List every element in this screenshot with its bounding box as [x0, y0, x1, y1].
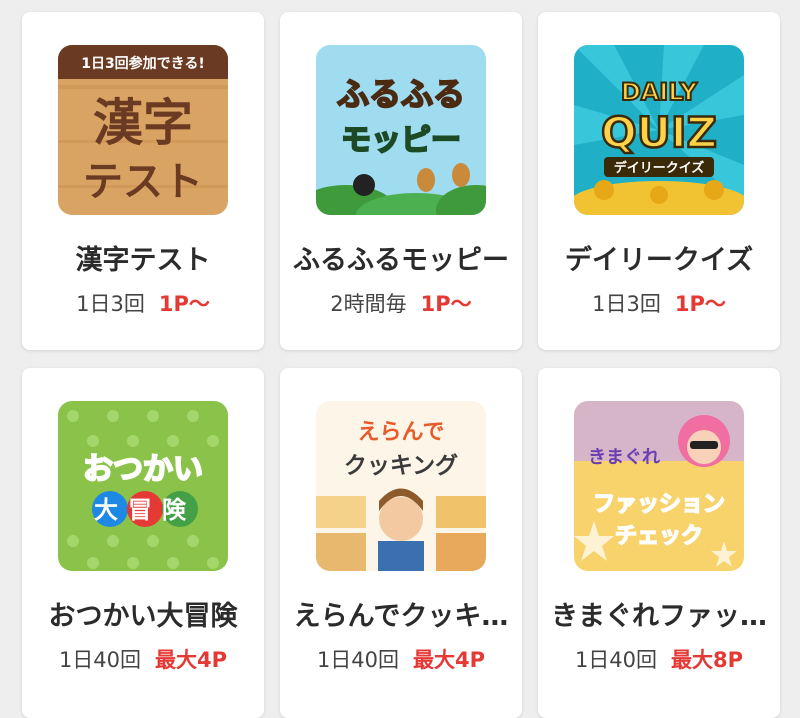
svg-text:おつかい: おつかい [83, 452, 203, 487]
game-card-erande-cooking[interactable]: えらんで クッキング えらんでクッキ… 1日40回 最大4P [280, 368, 522, 718]
svg-text:ふるふる: ふるふる [337, 75, 465, 113]
game-points: 最大8P [671, 648, 744, 672]
game-card-furufuru-moppy[interactable]: ふるふる モッピー ふるふるモッピー 2時間毎 1P〜 [280, 12, 522, 350]
svg-text:クッキング: クッキング [344, 452, 458, 479]
game-meta: 1日40回 最大8P [538, 644, 780, 674]
svg-text:1日3回参加できる!: 1日3回参加できる! [81, 55, 205, 72]
svg-text:大冒険: 大冒険 [94, 496, 196, 524]
game-points: 1P〜 [158, 292, 210, 316]
game-points: 最大4P [413, 648, 486, 672]
game-title: デイリークイズ [564, 245, 754, 276]
kanji-test-thumbnail: 1日3回参加できる! 漢字 テスト [58, 45, 228, 215]
game-meta: 2時間毎 1P〜 [280, 288, 522, 318]
game-frequency: 1日3回 [592, 292, 661, 316]
game-meta: 1日3回 1P〜 [22, 288, 264, 318]
otsukai-daibouken-thumbnail: おつかい 大冒険 [58, 401, 228, 571]
game-points: 1P〜 [674, 292, 726, 316]
svg-text:デイリークイズ: デイリークイズ [614, 160, 705, 176]
kimagure-fashion-check-thumbnail: きまぐれ ファッション チェック [574, 401, 744, 571]
game-meta: 1日40回 最大4P [22, 644, 264, 674]
erande-cooking-thumbnail: えらんで クッキング [316, 401, 486, 571]
game-card-kanji-test[interactable]: 1日3回参加できる! 漢字 テスト 漢字テスト 1日3回 1P〜 [22, 12, 264, 350]
game-title: ふるふるモッピー [293, 245, 509, 276]
svg-text:モッピー: モッピー [341, 123, 461, 158]
game-card-otsukai-daibouken[interactable]: おつかい 大冒険 おつかい大冒険 1日40回 最大4P [22, 368, 264, 718]
game-card-kimagure-fashion-check[interactable]: きまぐれ ファッション チェック きまぐれファッ… 1日40回 最大8P [538, 368, 780, 718]
svg-text:テスト: テスト [83, 159, 203, 205]
game-title: おつかい大冒険 [48, 601, 238, 632]
game-card-daily-quiz[interactable]: DAILY QUIZ デイリークイズ デイリークイズ 1日3回 1P〜 [538, 12, 780, 350]
daily-quiz-thumbnail: DAILY QUIZ デイリークイズ [574, 45, 744, 215]
svg-text:漢字: 漢字 [93, 94, 193, 152]
svg-text:ファッション: ファッション [593, 492, 725, 517]
svg-text:DAILY: DAILY [621, 78, 698, 106]
game-title: えらんでクッキ… [293, 601, 509, 632]
game-points: 1P〜 [420, 292, 472, 316]
svg-text:チェック: チェック [615, 524, 703, 549]
game-points: 最大4P [155, 648, 228, 672]
game-frequency: 1日40回 [574, 648, 658, 672]
game-frequency: 1日40回 [58, 648, 142, 672]
game-title: きまぐれファッ… [551, 601, 767, 632]
furufuru-moppy-thumbnail: ふるふる モッピー [316, 45, 486, 215]
svg-text:きまぐれ: きまぐれ [588, 447, 660, 468]
svg-text:えらんで: えらんで [358, 420, 445, 445]
game-meta: 1日40回 最大4P [280, 644, 522, 674]
game-frequency: 2時間毎 [330, 292, 407, 316]
game-meta: 1日3回 1P〜 [538, 288, 780, 318]
game-frequency: 1日40回 [316, 648, 400, 672]
game-title: 漢字テスト [75, 245, 211, 276]
svg-text:QUIZ: QUIZ [601, 108, 717, 157]
game-frequency: 1日3回 [76, 292, 145, 316]
